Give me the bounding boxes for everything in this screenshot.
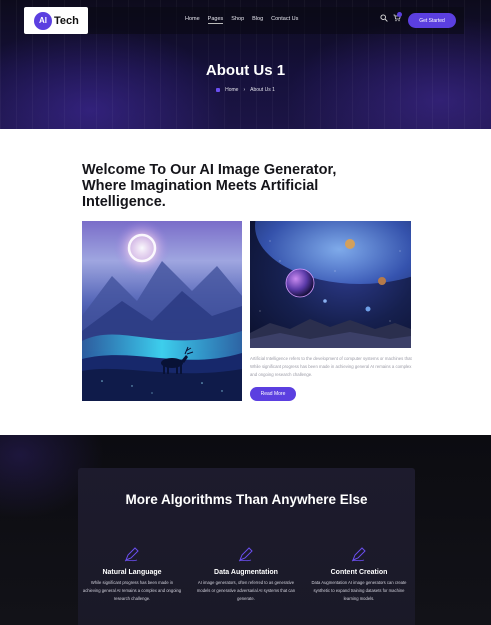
page-title: About Us 1	[205, 62, 286, 79]
breadcrumb: Home › About Us 1	[0, 87, 491, 93]
feature-description: Data Augmentation AI image generators ca…	[311, 580, 407, 602]
aurora-elk-illustration	[82, 221, 242, 401]
logo[interactable]: AI Tech	[24, 7, 88, 34]
pen-icon	[351, 547, 366, 562]
main-nav: Home Pages Shop Blog Contact Us	[185, 16, 298, 24]
pen-icon	[238, 547, 253, 562]
breadcrumb-current: About Us 1	[250, 87, 275, 93]
feature-card-data-augmentation: Data Augmentation AI image generators, o…	[196, 545, 296, 604]
logo-text: Tech	[54, 14, 79, 27]
feature-title: Content Creation	[330, 569, 388, 576]
aurora-elk-image	[82, 221, 242, 401]
planets-illustration	[250, 221, 411, 348]
chevron-right-icon: ›	[243, 87, 246, 93]
feature-description: AI image generators, often referred to a…	[196, 580, 296, 602]
cart-badge	[397, 12, 402, 17]
nav-item-home[interactable]: Home	[185, 16, 200, 24]
nav-item-shop[interactable]: Shop	[231, 16, 244, 24]
features-section: More Algorithms Than Anywhere Else Natur…	[0, 435, 491, 625]
planets-image	[250, 221, 411, 348]
nav-item-contact[interactable]: Contact Us	[271, 16, 298, 24]
feature-card-natural-language: Natural Language While significant progr…	[82, 545, 182, 604]
breadcrumb-home[interactable]: Home	[225, 87, 238, 93]
logo-mark-icon: AI	[34, 11, 52, 30]
get-started-button[interactable]: Get Started	[408, 13, 456, 28]
pen-icon	[124, 547, 139, 562]
feature-description: While significant progress has been made…	[82, 580, 182, 602]
welcome-section: Welcome To Our AI Image Generator, Where…	[0, 129, 491, 435]
nav-item-pages[interactable]: Pages	[207, 16, 224, 24]
breadcrumb-dot-icon	[216, 88, 221, 92]
feature-card-content-creation: Content Creation Data Augmentation AI im…	[309, 545, 409, 604]
features-heading: More Algorithms Than Anywhere Else	[125, 492, 368, 507]
nav-item-blog[interactable]: Blog	[252, 16, 263, 24]
welcome-heading: Welcome To Our AI Image Generator, Where…	[82, 162, 337, 210]
search-icon[interactable]	[380, 14, 388, 22]
feature-title: Natural Language	[102, 569, 162, 576]
welcome-description: Artificial Intelligence refers to the de…	[250, 356, 412, 378]
feature-title: Data Augmentation	[214, 569, 278, 576]
read-more-button[interactable]: Read More	[250, 387, 296, 401]
